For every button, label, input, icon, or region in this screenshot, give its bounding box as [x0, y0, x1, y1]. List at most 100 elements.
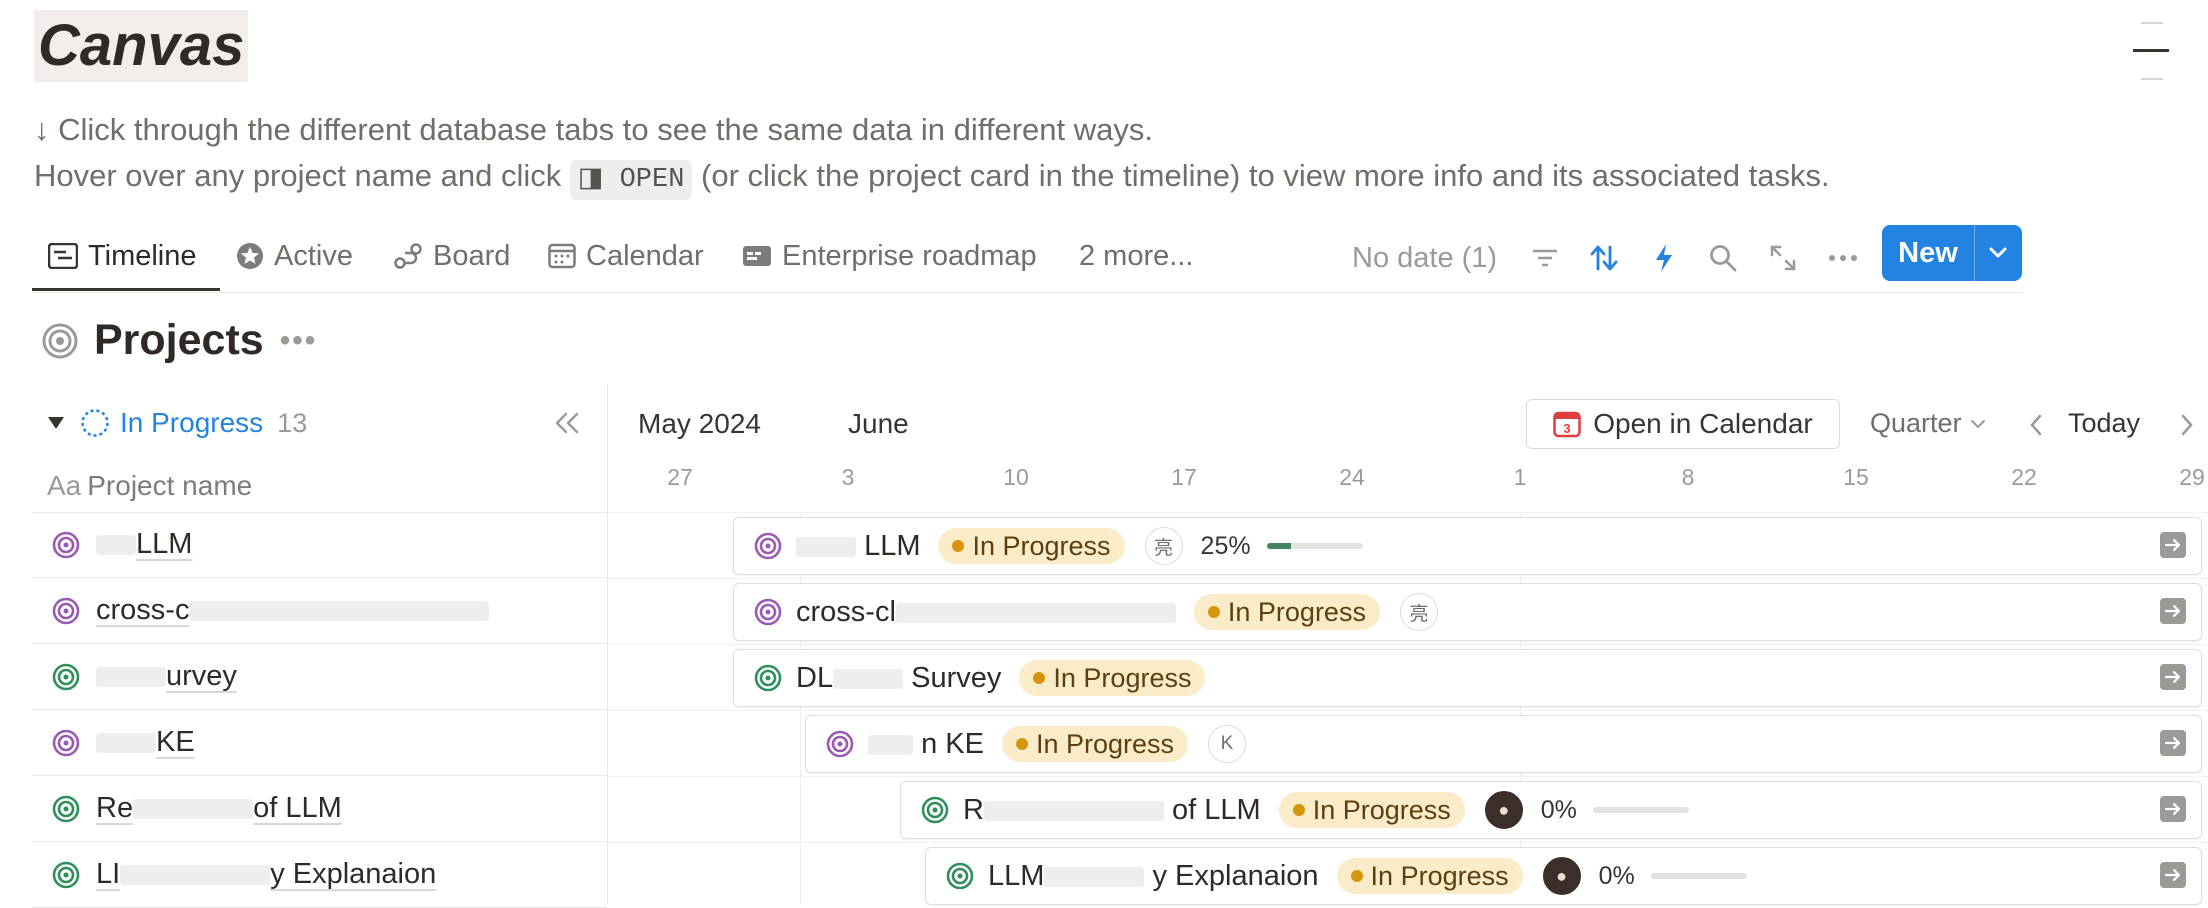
project-name[interactable]: urvey: [96, 660, 237, 693]
page-menu-icon[interactable]: [2133, 22, 2169, 82]
redacted-text: [96, 535, 136, 556]
avatar: 亮: [1144, 527, 1183, 565]
project-name[interactable]: cross-c: [96, 594, 490, 627]
status-badge: In Progress: [1278, 792, 1465, 828]
progress-percent: 0%: [1540, 795, 1577, 824]
tab-calendar[interactable]: Calendar: [548, 236, 704, 276]
project-target-icon: [52, 597, 80, 624]
redacted-text: [983, 800, 1164, 821]
redacted-text: [189, 601, 490, 622]
card-project-name: cross-cl: [796, 596, 1176, 629]
project-row[interactable]: Re of LLM: [32, 776, 607, 842]
new-button[interactable]: New: [1882, 225, 2022, 281]
status-dot: [1350, 870, 1363, 882]
sort-icon[interactable]: [1586, 240, 1622, 276]
chevron-down-icon[interactable]: [1975, 247, 2021, 259]
tab-board[interactable]: Board: [393, 236, 510, 276]
column-label: Project name: [87, 470, 253, 501]
progress-fill: [1266, 543, 1291, 549]
project-name[interactable]: LI y Explanaion: [96, 858, 436, 891]
project-target-icon: [754, 664, 782, 692]
column-header-project-name[interactable]: Aa Project name: [32, 460, 607, 513]
tab-active[interactable]: Active: [236, 236, 353, 276]
target-icon: [42, 323, 78, 358]
today-button[interactable]: Today: [2068, 408, 2140, 439]
more-options-icon[interactable]: [1825, 240, 1861, 276]
project-row[interactable]: LI y Explanaion: [32, 842, 607, 908]
timescale-label: Quarter: [1870, 408, 1962, 438]
database-title: Projects: [94, 316, 264, 364]
filter-icon[interactable]: [1527, 240, 1563, 276]
page-title: Canvas: [34, 10, 249, 82]
open-card-arrow-icon[interactable]: [2160, 730, 2186, 756]
open-card-arrow-icon[interactable]: [2160, 664, 2186, 690]
search-icon[interactable]: [1705, 240, 1741, 276]
description-prefix: Hover over any project name and click: [34, 158, 562, 193]
project-icon-wrap: [52, 597, 80, 625]
active-tab-indicator: [32, 288, 220, 291]
card-icon-wrap: [921, 796, 949, 824]
day-tick-label: 27: [667, 464, 693, 490]
status-label: In Progress: [1312, 794, 1451, 825]
collapse-panel-icon[interactable]: [553, 411, 581, 435]
redacted-text: [868, 734, 913, 755]
status-dot: [1015, 738, 1028, 750]
project-row[interactable]: urvey: [32, 644, 607, 710]
project-name[interactable]: LLM: [96, 528, 192, 561]
status-label: In Progress: [972, 530, 1111, 561]
database-more-icon[interactable]: •••: [280, 324, 318, 358]
project-card[interactable]: cross-cl In Progress 亮: [733, 583, 2202, 641]
roadmap-icon: [743, 246, 771, 266]
project-name[interactable]: Re of LLM: [96, 792, 342, 825]
project-icon-wrap: [52, 663, 80, 691]
project-card[interactable]: LLM In Progress 亮 25%: [733, 517, 2202, 575]
open-in-calendar-label: Open in Calendar: [1593, 408, 1813, 439]
month-label: June: [848, 408, 909, 439]
project-card[interactable]: DL Survey In Progress: [733, 649, 2202, 707]
project-name[interactable]: KE: [96, 726, 195, 759]
timescale-dropdown[interactable]: Quarter: [1870, 408, 1986, 439]
open-card-arrow-icon[interactable]: [2160, 598, 2186, 624]
open-in-calendar-button[interactable]: 3 Open in Calendar: [1526, 399, 1840, 449]
previous-arrow-icon[interactable]: [2029, 414, 2043, 436]
project-name-end: of LLM: [253, 792, 342, 824]
expand-icon[interactable]: [1765, 240, 1801, 276]
timeline-row-line: [608, 578, 2208, 579]
tab-timeline[interactable]: Timeline: [48, 236, 197, 276]
project-row[interactable]: LLM: [32, 512, 607, 578]
progress-bar: [1650, 873, 1747, 879]
project-target-icon: [826, 730, 854, 758]
project-name-end: urvey: [166, 660, 237, 692]
open-card-arrow-icon[interactable]: [2160, 532, 2186, 558]
in-progress-status-icon: [81, 409, 109, 437]
collapse-toggle-icon[interactable]: [46, 414, 66, 432]
open-card-arrow-icon[interactable]: [2160, 862, 2186, 888]
project-name-start: Re: [96, 792, 134, 824]
no-date-button[interactable]: No date (1): [1352, 240, 1497, 276]
day-tick-label: 29: [2179, 464, 2205, 490]
card-name-end: LLM: [864, 529, 921, 562]
progress-bar: [1266, 543, 1363, 549]
day-tick-label: 1: [1513, 464, 1527, 490]
project-card[interactable]: n KE In Progress K: [805, 715, 2202, 773]
tab-more[interactable]: 2 more...: [1079, 236, 1193, 276]
new-button-label: New: [1898, 236, 1958, 269]
star-icon: [237, 243, 263, 269]
project-target-icon: [52, 729, 80, 756]
automation-bolt-icon[interactable]: [1646, 240, 1682, 276]
group-header[interactable]: In Progress 13: [32, 398, 592, 448]
open-card-arrow-icon[interactable]: [2160, 796, 2186, 822]
redacted-text: [895, 602, 1176, 623]
project-card[interactable]: LLM y Explanaion In Progress ● 0%: [925, 847, 2202, 905]
project-icon-wrap: [52, 531, 80, 559]
tab-enterprise-roadmap[interactable]: Enterprise roadmap: [742, 236, 1037, 276]
project-name-end: LLM: [136, 528, 193, 560]
project-card[interactable]: R of LLM In Progress ● 0%: [900, 781, 2202, 839]
project-row[interactable]: cross-c: [32, 578, 607, 644]
chevron-down-icon: [1970, 419, 1985, 428]
tab-more-label: 2 more...: [1079, 239, 1194, 272]
database-header: Projects •••: [42, 316, 317, 365]
project-row[interactable]: KE: [32, 710, 607, 776]
card-icon-wrap: [754, 664, 782, 692]
next-arrow-icon[interactable]: [2180, 414, 2194, 436]
